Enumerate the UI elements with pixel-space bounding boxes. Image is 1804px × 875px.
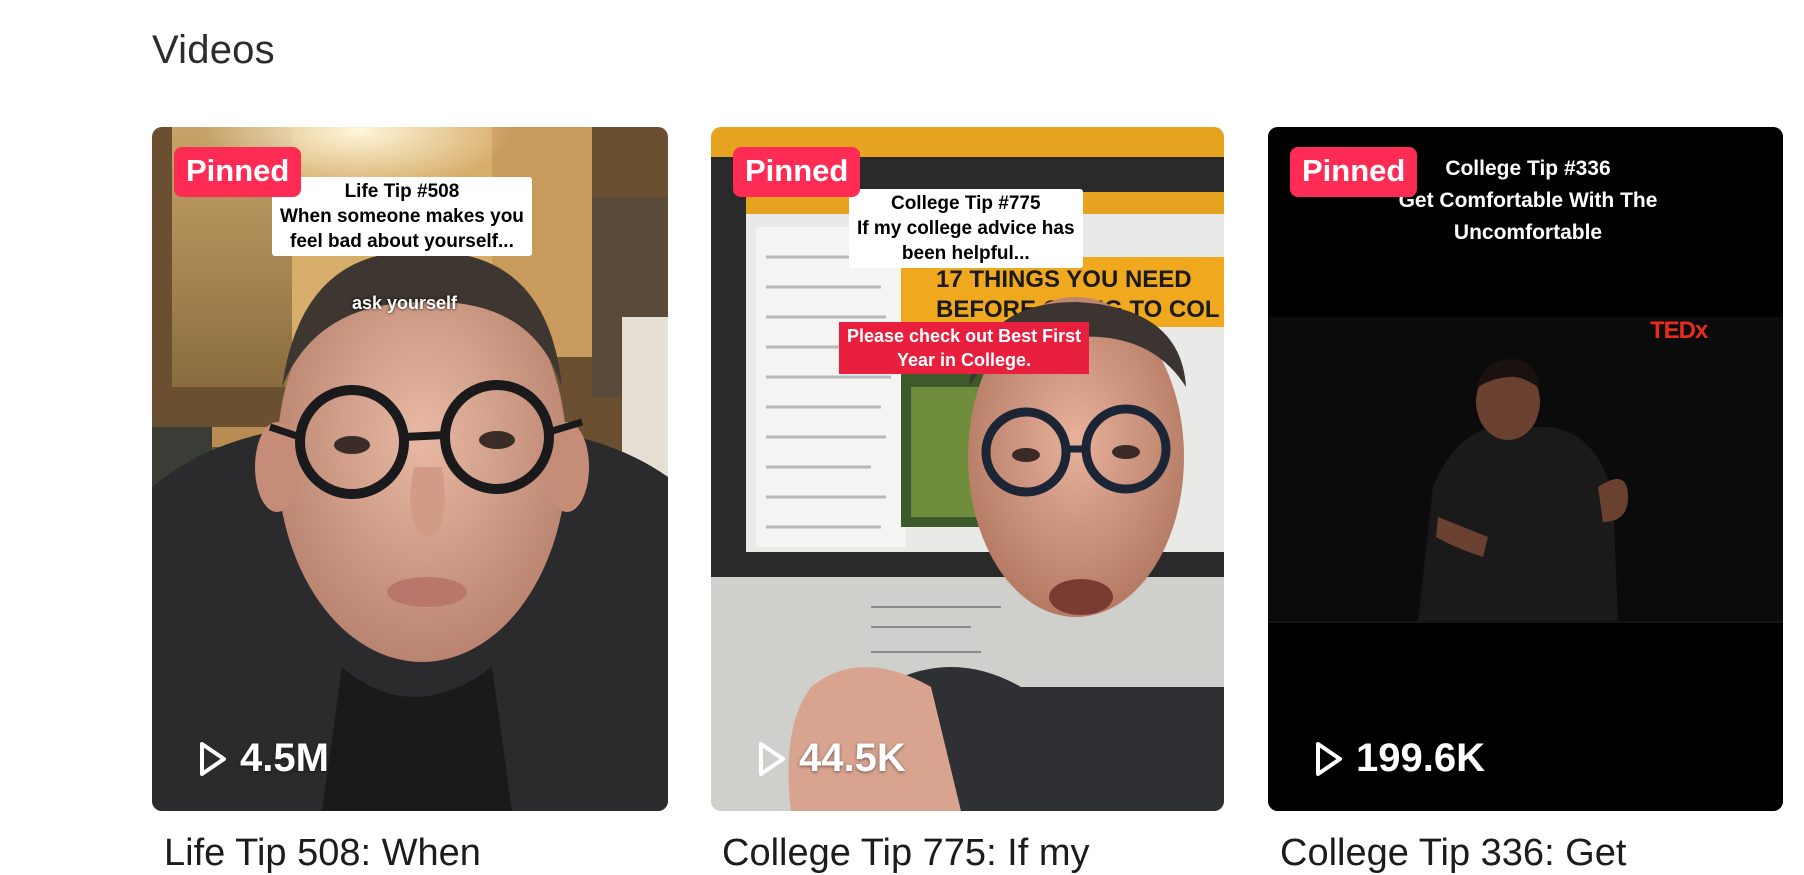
video-title-3[interactable]: College Tip 336: Get — [1280, 832, 1800, 875]
pinned-badge: Pinned — [733, 147, 861, 197]
pinned-badge: Pinned — [1290, 147, 1418, 197]
view-count: 199.6K — [1314, 736, 1485, 781]
video-red-caption-2: Please check out Best First Year in Coll… — [839, 322, 1090, 374]
play-icon — [200, 741, 226, 776]
section-title: Videos — [152, 28, 275, 72]
screen-heading-line-1: 17 THINGS YOU NEED — [936, 266, 1192, 293]
video-overlay-small: ask yourself — [352, 293, 458, 313]
video-title-2[interactable]: College Tip 775: If my — [722, 832, 1242, 875]
tedx-logo: TEDx — [1650, 317, 1708, 344]
video-caption-2: College Tip #775 If my college advice ha… — [849, 189, 1083, 268]
caption-line: Life Tip #508 — [344, 181, 460, 202]
caption-line: Please check out Best First — [847, 326, 1082, 346]
view-count-value: 4.5M — [240, 736, 329, 780]
caption-line: feel bad about yourself... — [290, 231, 514, 252]
video-title-1[interactable]: Life Tip 508: When — [164, 832, 684, 875]
pinned-badge: Pinned — [174, 147, 302, 197]
view-count: 4.5M — [198, 736, 329, 781]
caption-line: Year in College. — [897, 350, 1032, 370]
video-card-1[interactable]: Pinned Life Tip #508 When someone makes … — [152, 127, 668, 811]
caption-line: College Tip #775 — [890, 193, 1041, 214]
caption-line: been helpful... — [901, 243, 1030, 264]
view-count: 44.5K — [757, 736, 906, 781]
play-icon — [1316, 741, 1342, 776]
view-count-value: 44.5K — [799, 736, 906, 780]
video-card-2[interactable]: 17 THINGS YOU NEED BEFORE GOING TO COL P… — [711, 127, 1224, 811]
view-count-value: 199.6K — [1356, 736, 1485, 780]
video-card-3[interactable]: Pinned College Tip #336 Get Comfortable … — [1268, 127, 1783, 811]
caption-line: Uncomfortable — [1453, 221, 1603, 244]
caption-line: When someone makes you — [280, 206, 524, 227]
video-caption-1: Life Tip #508 When someone makes you fee… — [272, 177, 532, 256]
play-icon — [759, 741, 785, 776]
caption-line: If my college advice has — [857, 218, 1075, 239]
